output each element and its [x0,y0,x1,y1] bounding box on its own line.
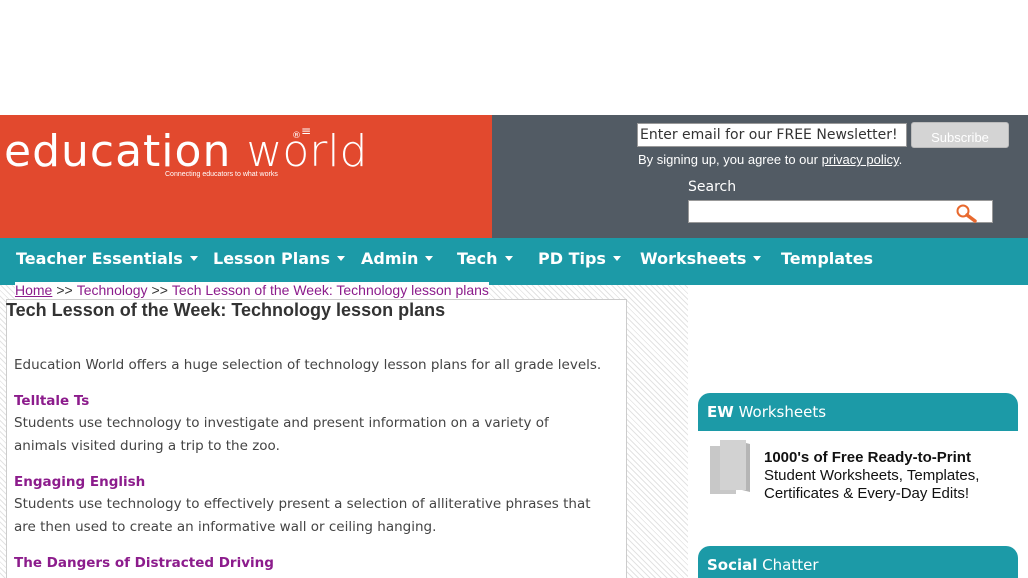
worksheet-pages-icon [710,440,750,494]
nav-label: Tech [457,249,498,268]
site-logo[interactable]: education world [4,127,367,177]
lesson-title-link[interactable]: Engaging English [14,473,604,491]
newsletter-email-input[interactable] [637,123,907,147]
breadcrumb-current[interactable]: Tech Lesson of the Week: Technology less… [172,282,489,298]
privacy-policy-link[interactable]: privacy policy [822,152,899,167]
nav-tech[interactable]: Tech [457,238,513,285]
lesson-description: Students use technology to effectively p… [14,496,591,535]
nav-label: Teacher Essentials [16,249,183,268]
signup-note: By signing up, you agree to our privacy … [638,152,902,167]
menu-icon[interactable]: ≡ [301,125,311,137]
worksheets-header-rest: Worksheets [733,403,827,421]
breadcrumb-home[interactable]: Home [15,282,52,298]
search-input[interactable] [688,200,993,223]
caret-down-icon [336,256,345,261]
caret-down-icon [612,256,621,261]
caret-down-icon [753,256,762,261]
social-header-rest: Chatter [757,556,819,574]
nav-teacher-essentials[interactable]: Teacher Essentials [16,238,198,285]
main-nav: Teacher Essentials Lesson Plans Admin Te… [0,238,1028,285]
nav-worksheets[interactable]: Worksheets [640,238,762,285]
lesson-item: Telltale Ts Students use technology to i… [14,392,604,458]
nav-label: Lesson Plans [213,249,330,268]
worksheets-header-bold: EW [707,403,734,421]
breadcrumb-technology[interactable]: Technology [77,282,148,298]
breadcrumb: Home >> Technology >> Tech Lesson of the Wee… [15,282,489,299]
worksheets-line-3: Certificates & Every-Day Edits! [764,485,970,502]
logo-tagline: Connecting educators to what works [165,171,278,178]
lesson-title-link[interactable]: Telltale Ts [14,392,604,410]
signup-period: . [898,152,903,167]
lesson-item: The Dangers of Distracted Driving [14,554,604,572]
social-header-bold: Social [707,556,758,574]
nav-templates[interactable]: Templates [781,238,873,285]
worksheets-line-1: 1000's of Free Ready-to-Print [764,449,971,466]
intro-text: Education World offers a huge selection … [14,357,602,373]
logo-area[interactable]: education world ® Connecting educators t… [0,115,492,238]
caret-down-icon [425,256,434,261]
social-chatter-header[interactable]: Social Chatter [698,546,1018,578]
lesson-title-link[interactable]: The Dangers of Distracted Driving [14,554,604,572]
search-icon[interactable] [955,203,979,223]
nav-lesson-plans[interactable]: Lesson Plans [213,238,345,285]
worksheets-promo-text[interactable]: 1000's of Free Ready-to-Print Student Wo… [764,449,979,503]
registered-mark: ® [292,131,301,141]
caret-down-icon [504,256,513,261]
nav-label: Templates [781,249,874,268]
lesson-description: Students use technology to investigate a… [14,415,549,454]
worksheets-header[interactable]: EW Worksheets [698,393,1018,431]
logo-word-education: education [4,126,232,177]
subscribe-button[interactable]: Subscribe [911,122,1009,148]
nav-admin[interactable]: Admin [361,238,434,285]
caret-down-icon [189,256,198,261]
nav-pd-tips[interactable]: PD Tips [538,238,621,285]
worksheets-line-2: Student Worksheets, Templates, [764,467,980,484]
nav-label: PD Tips [538,249,606,268]
nav-label: Admin [361,249,419,268]
page-title: Tech Lesson of the Week: Technology less… [6,300,446,320]
search-label: Search [688,179,737,195]
breadcrumb-separator: >> [151,282,168,298]
signup-text: By signing up, you agree to our [638,152,818,167]
site-header: education world ® Connecting educators t… [0,115,1028,238]
nav-label: Worksheets [640,249,747,268]
lesson-item: Engaging English Students use technology… [14,473,604,539]
breadcrumb-separator: >> [56,282,73,298]
